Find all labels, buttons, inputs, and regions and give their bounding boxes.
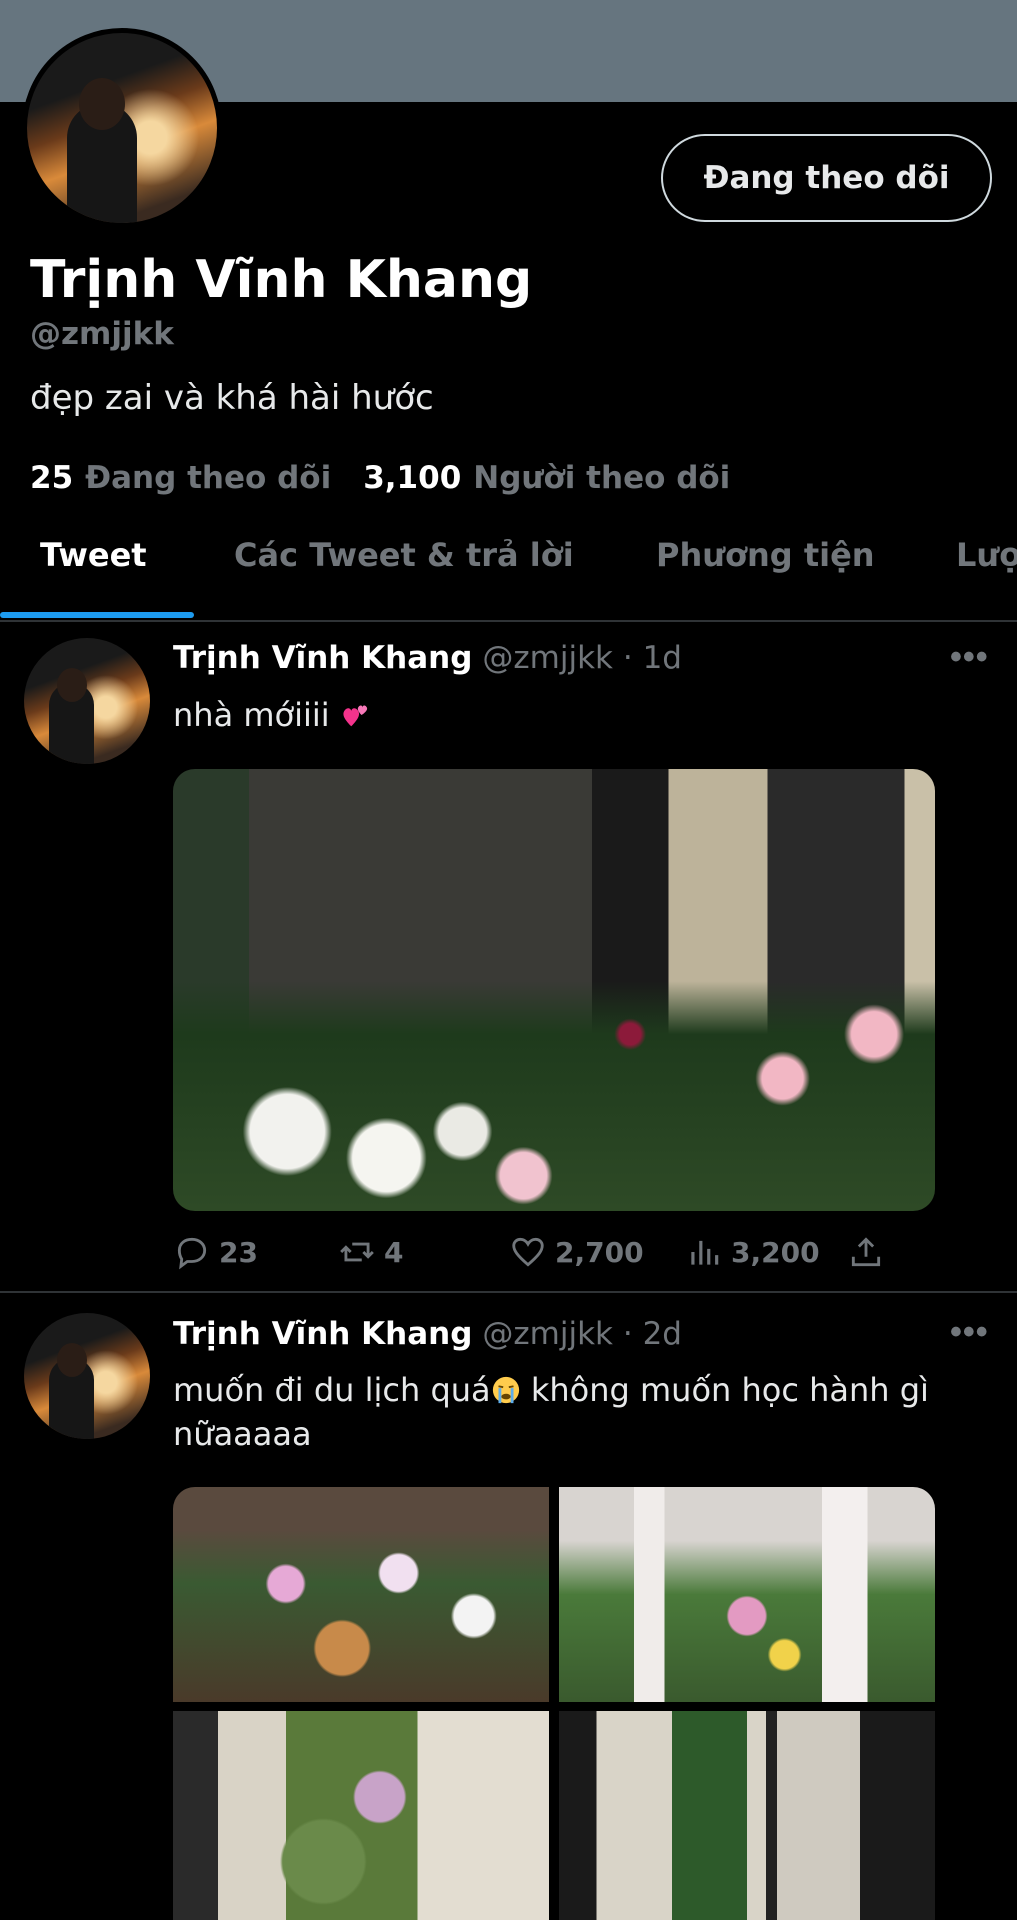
like-button[interactable]: 2,700 <box>509 1233 644 1271</box>
avatar-person-head <box>57 668 87 702</box>
heart-icon <box>512 1237 544 1267</box>
followers-label: Người theo dõi <box>473 460 731 496</box>
tweet-avatar[interactable] <box>24 1313 150 1439</box>
tweet-author-name[interactable]: Trịnh Vĩnh Khang <box>173 1316 472 1352</box>
tweet-header: Trịnh Vĩnh Khang @zmjjkk · 2d <box>173 1316 682 1352</box>
profile-stats: 25 Đang theo dõi 3,100 Người theo dõi <box>30 460 730 496</box>
crying-face-icon <box>492 1376 519 1404</box>
profile-bio: đẹp zai và khá hài hước <box>30 378 434 418</box>
tweet-image-flowers-table[interactable] <box>173 1487 549 1702</box>
profile-tabs: Tweet Các Tweet & trả lời Phương tiện Lư… <box>0 528 1017 620</box>
retweet-count: 4 <box>384 1235 404 1269</box>
tweet-meta: @zmjjkk · 2d <box>482 1316 682 1352</box>
views-count: 3,200 <box>731 1235 820 1269</box>
following-label: Đang theo dõi <box>85 460 332 496</box>
share-icon <box>851 1237 881 1267</box>
avatar-person-head <box>57 1343 87 1377</box>
views-icon <box>691 1240 719 1265</box>
like-count: 2,700 <box>555 1235 644 1269</box>
tweet-header: Trịnh Vĩnh Khang @zmjjkk · 1d <box>173 640 682 676</box>
more-options-icon[interactable]: ••• <box>950 638 989 677</box>
tweet-image-curtains-garden[interactable] <box>559 1487 935 1702</box>
tweet-text-content: nhà mớiiii <box>173 696 330 734</box>
tab-tweets-and-replies[interactable]: Các Tweet & trả lời <box>234 536 574 574</box>
tab-media[interactable]: Phương tiện <box>656 536 875 574</box>
tweet-image-garden[interactable] <box>173 769 935 1211</box>
more-options-icon[interactable]: ••• <box>950 1313 989 1352</box>
reply-button[interactable]: 23 <box>173 1233 258 1271</box>
tweet-text: nhà mớiiii <box>173 693 993 737</box>
share-button[interactable] <box>847 1233 893 1271</box>
tweet-author-name[interactable]: Trịnh Vĩnh Khang <box>173 640 472 676</box>
tabs-divider <box>0 620 1017 622</box>
two-hearts-icon <box>343 705 367 727</box>
tweet-meta: @zmjjkk · 1d <box>482 640 682 676</box>
reply-count: 23 <box>219 1235 258 1269</box>
tweet-avatar[interactable] <box>24 638 150 764</box>
profile-avatar[interactable] <box>22 28 222 228</box>
tweet-text: muốn đi du lịch quá không muốn học hành … <box>173 1368 993 1456</box>
following-button[interactable]: Đang theo dõi <box>661 134 992 222</box>
reply-icon <box>177 1237 207 1270</box>
followers-stat[interactable]: 3,100 Người theo dõi <box>363 460 730 496</box>
following-stat[interactable]: 25 Đang theo dõi <box>30 460 331 496</box>
following-count: 25 <box>30 460 74 496</box>
avatar-person-head <box>79 78 125 130</box>
tweet-divider <box>0 1291 1017 1293</box>
retweet-icon <box>340 1242 374 1262</box>
tab-tweets[interactable]: Tweet <box>40 536 147 574</box>
profile-handle: @zmjjkk <box>30 316 174 352</box>
tab-likes[interactable]: Lượt thích <box>956 536 1017 574</box>
retweet-button[interactable]: 4 <box>338 1233 403 1271</box>
followers-count: 3,100 <box>363 460 462 496</box>
views-button[interactable]: 3,200 <box>685 1233 820 1271</box>
tweet-image-christmas-tree[interactable] <box>559 1711 935 1920</box>
active-tab-indicator <box>0 612 194 618</box>
profile-display-name: Trịnh Vĩnh Khang <box>30 250 533 310</box>
tweet-image-ivy-building[interactable] <box>173 1711 549 1920</box>
tweet-text-content: muốn đi du lịch quá <box>173 1371 491 1409</box>
tweet-actions: 23 4 2,700 3,200 <box>173 1233 933 1273</box>
